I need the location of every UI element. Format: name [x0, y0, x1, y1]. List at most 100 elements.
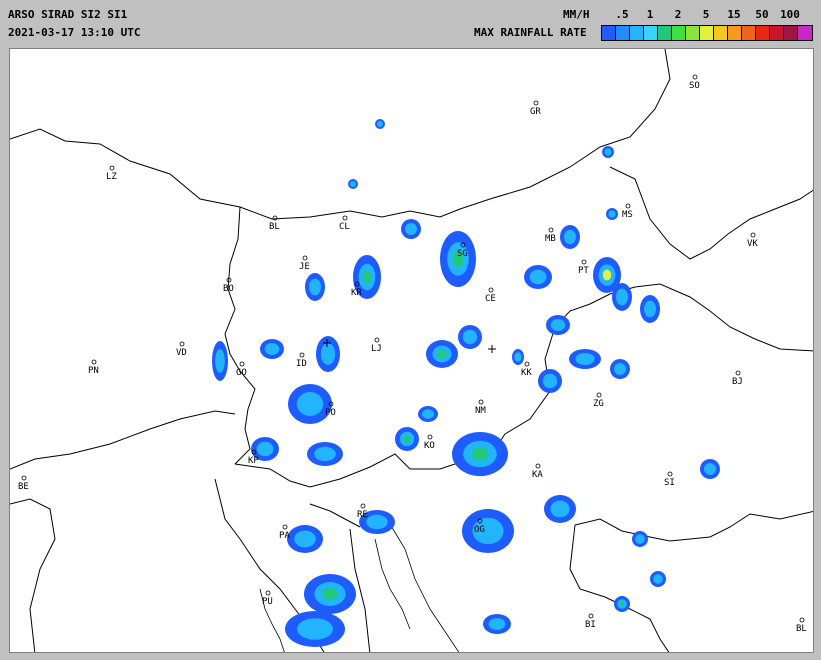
rain-echo-peak — [602, 269, 612, 281]
city-label: KA — [532, 470, 543, 480]
city-label: PT — [578, 266, 589, 276]
city-dot — [272, 215, 278, 221]
rain-echo-core — [608, 210, 616, 218]
scale-swatch — [742, 26, 756, 40]
rain-echo-core — [320, 343, 336, 365]
city-label: KR — [351, 288, 362, 298]
city-dot — [750, 232, 756, 238]
city-label: SI — [664, 478, 675, 488]
city-label: VK — [747, 239, 758, 249]
rain-echo-core — [296, 392, 324, 416]
city-dot — [625, 203, 631, 209]
scale-swatch — [714, 26, 728, 40]
rain-echo-core — [294, 530, 316, 548]
city-label: RE — [357, 510, 368, 520]
rain-echo-core — [542, 373, 558, 389]
city-label: BL — [796, 624, 807, 634]
map-canvas: SO GR LZ BL CL MS MB VK SG JE PT BO KR CE VD LJ PN GO ID KK… — [10, 49, 813, 652]
rain-echo-core — [529, 269, 547, 285]
city-dot — [692, 74, 698, 80]
rain-echo-core — [377, 121, 383, 127]
rain-echo-core — [616, 288, 628, 306]
rain-echo-core — [462, 329, 478, 345]
rain-echo-core — [405, 223, 417, 235]
city-dot — [91, 359, 97, 365]
rain-echo-core — [488, 618, 506, 630]
rain-echo-core — [422, 409, 434, 419]
rain-echo-core — [314, 446, 336, 462]
city-label: BE — [18, 482, 29, 492]
city-dot — [548, 227, 554, 233]
country-borders — [10, 49, 813, 652]
city-label: MS — [622, 210, 633, 220]
city-dot — [533, 100, 539, 106]
city-dot — [524, 361, 530, 367]
rain-echo-core — [575, 353, 595, 365]
city-label: CL — [339, 222, 350, 232]
city-label: PU — [262, 597, 273, 607]
scale-swatch — [644, 26, 658, 40]
city-dot — [282, 524, 288, 530]
radar-map: SO GR LZ BL CL MS MB VK SG JE PT BO KR CE VD LJ PN GO ID KK… — [9, 48, 814, 653]
rain-echo-core — [256, 441, 274, 457]
scale-swatch — [602, 26, 616, 40]
scale-swatch — [784, 26, 798, 40]
city-label: NM — [475, 406, 486, 416]
scale-swatch — [686, 26, 700, 40]
rain-echo-peak — [437, 349, 447, 359]
rain-echo-peak — [619, 601, 625, 607]
rain-echo-peak — [322, 588, 338, 600]
city-dot — [299, 352, 305, 358]
city-dot — [596, 392, 602, 398]
city-label: BO — [223, 284, 234, 294]
legend-caption: MAX RAINFALL RATE — [474, 26, 587, 39]
legend-units: MM/H — [563, 8, 590, 21]
scale-swatch — [770, 26, 784, 40]
city-markers: SO GR LZ BL CL MS MB VK SG JE PT BO KR CE VD LJ PN GO ID KK… — [18, 74, 807, 634]
city-label: ID — [296, 359, 307, 369]
scale-swatch — [798, 26, 812, 40]
rain-echo-core — [564, 229, 576, 245]
city-label: SG — [457, 249, 468, 259]
city-dot — [667, 471, 673, 477]
rain-echo-peak — [471, 447, 489, 461]
city-label: CE — [485, 294, 496, 304]
city-dot — [799, 617, 805, 623]
city-label: PN — [88, 366, 99, 376]
rain-echo-core — [215, 349, 225, 373]
rain-echo-core — [550, 319, 566, 331]
legend-tick: 5 — [702, 8, 710, 21]
rain-echo-core — [309, 278, 321, 296]
rain-echo-peak — [403, 435, 411, 443]
rain-echo-peak — [362, 270, 372, 284]
city-dot — [478, 399, 484, 405]
city-dot — [581, 259, 587, 265]
city-dot — [735, 370, 741, 376]
city-dot — [488, 287, 494, 293]
legend-tick: 1 — [646, 8, 654, 21]
city-label: BL — [269, 222, 280, 232]
timestamp: 2021-03-17 13:10 UTC — [8, 26, 141, 39]
product-title: ARSO SIRAD SI2 SI1 — [8, 8, 128, 21]
rain-echo-core — [635, 534, 645, 544]
city-label: BJ — [732, 377, 743, 387]
city-label: JE — [299, 262, 310, 272]
city-label: GR — [530, 107, 541, 117]
scale-swatch — [728, 26, 742, 40]
city-label: KO — [424, 441, 435, 451]
scale-swatch — [616, 26, 630, 40]
radar-window: ARSO SIRAD SI2 SI1 2021-03-17 13:10 UTC … — [0, 0, 821, 660]
city-dot — [360, 503, 366, 509]
city-label: ZG — [593, 399, 604, 409]
legend-tick: 50 — [755, 8, 769, 21]
city-dot — [21, 475, 27, 481]
city-dot — [588, 613, 594, 619]
rain-echo-core — [350, 181, 356, 187]
city-dot — [535, 463, 541, 469]
scale-swatch — [630, 26, 644, 40]
city-dot — [374, 337, 380, 343]
city-label: LZ — [106, 172, 117, 182]
rain-echo-core — [644, 300, 656, 318]
rain-echo-core — [604, 148, 612, 156]
city-label: GO — [236, 368, 247, 378]
